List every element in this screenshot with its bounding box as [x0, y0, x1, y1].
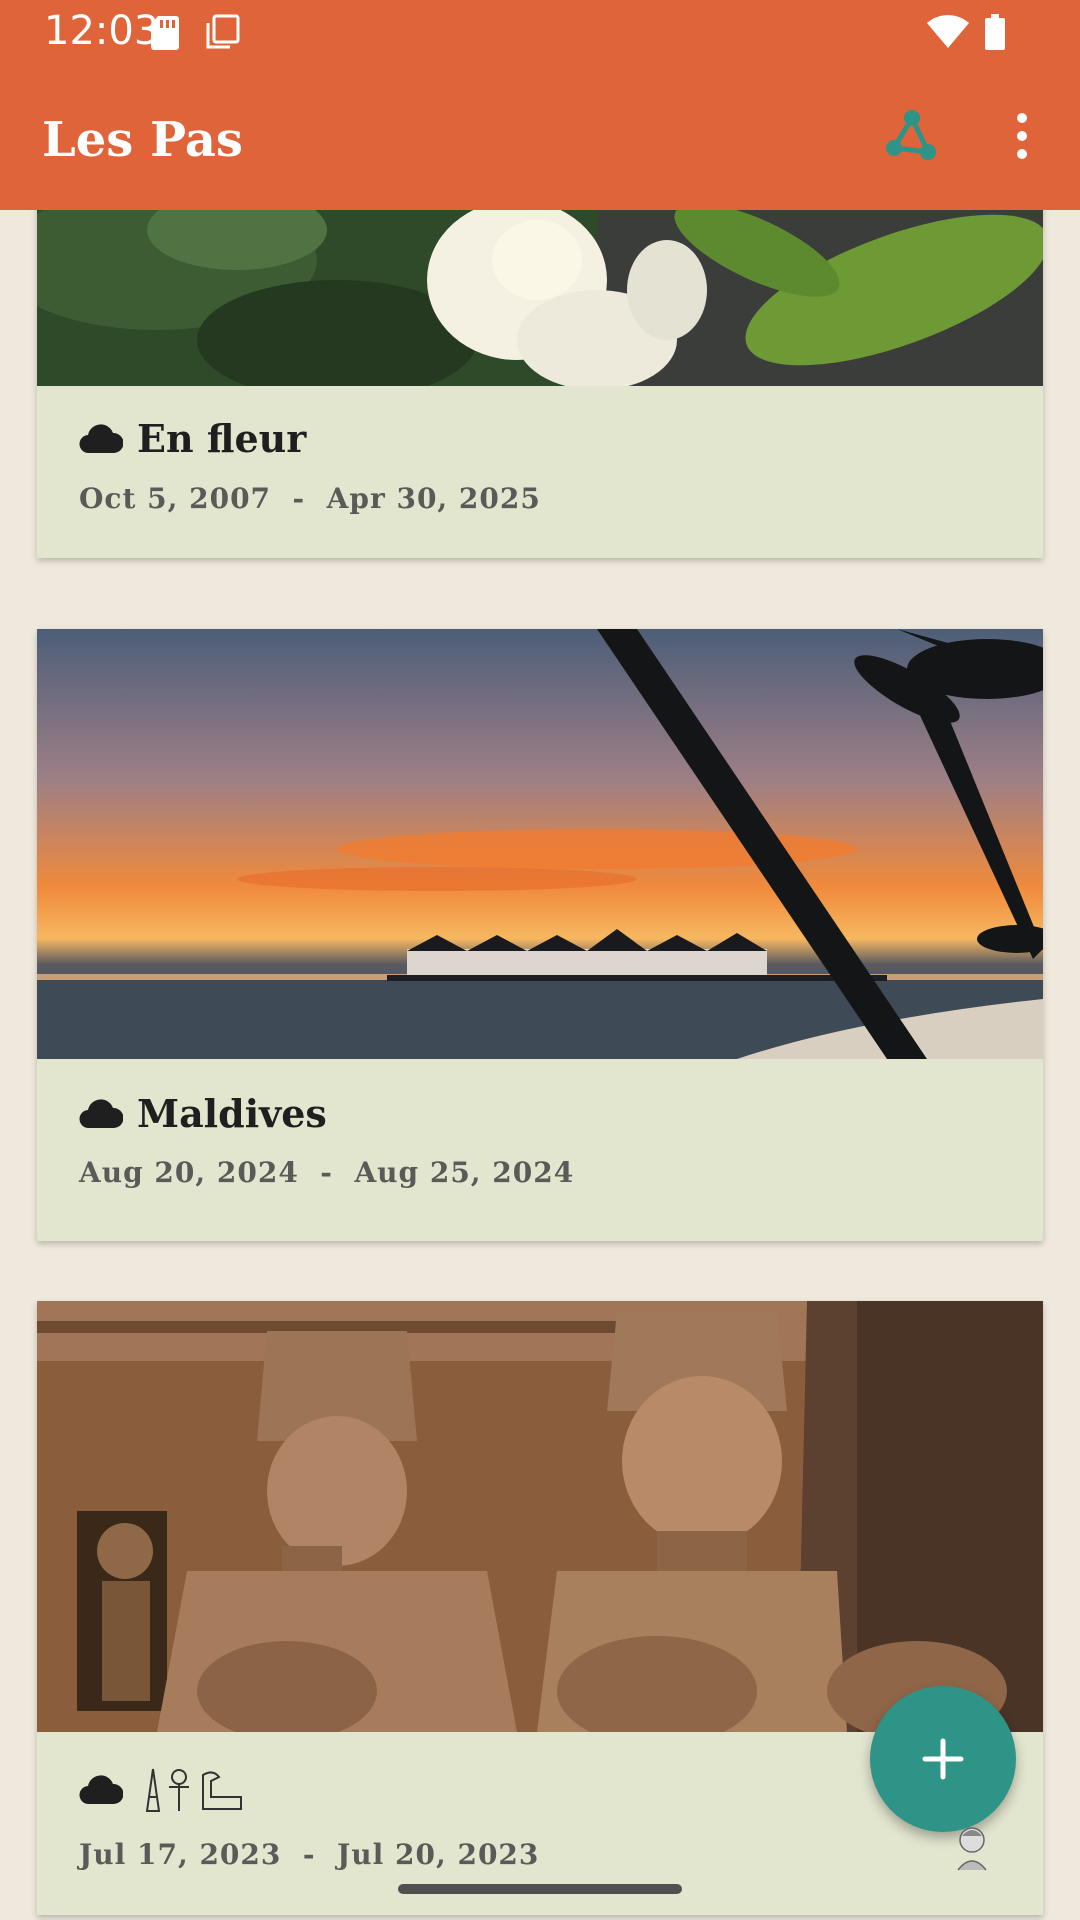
date-separator: - — [298, 1156, 355, 1189]
cloud-icon — [79, 423, 123, 453]
sd-card-icon — [150, 14, 180, 54]
album-title-row: Maldives — [79, 1091, 327, 1136]
status-bar: 12:03 — [0, 0, 1080, 64]
plus-icon — [922, 1738, 964, 1780]
album-card[interactable]: En fleur Oct 5, 2007 - Apr 30, 2025 — [37, 210, 1043, 558]
cloud-icon — [79, 1775, 123, 1805]
album-date-start: Oct 5, 2007 — [79, 482, 272, 515]
album-cover-image — [37, 1301, 1043, 1732]
album-title-row — [79, 1767, 247, 1813]
album-card[interactable]: Jul 17, 2023 - Jul 20, 2023 — [37, 1301, 1043, 1915]
battery-icon — [984, 14, 1006, 54]
hieroglyph-title-icons — [145, 1768, 242, 1812]
album-date-end: Aug 25, 2024 — [354, 1156, 575, 1189]
album-list[interactable]: En fleur Oct 5, 2007 - Apr 30, 2025 Mald… — [0, 210, 1080, 1920]
more-options-icon[interactable] — [990, 104, 1054, 168]
album-cover-image — [37, 210, 1043, 386]
album-title: Maldives — [137, 1091, 327, 1136]
album-cover-image — [37, 629, 1043, 1059]
copy-icon — [204, 14, 240, 54]
toolbar: Les Pas — [0, 64, 1080, 210]
album-dates: Oct 5, 2007 - Apr 30, 2025 — [79, 482, 541, 515]
album-card[interactable]: Maldives Aug 20, 2024 - Aug 25, 2024 — [37, 629, 1043, 1241]
gesture-nav-handle[interactable] — [398, 1884, 682, 1894]
app-bar: 12:03 Les Pas — [0, 0, 1080, 210]
avatar — [952, 1822, 992, 1876]
add-album-button[interactable] — [870, 1686, 1016, 1832]
share-icon[interactable] — [880, 104, 944, 168]
app-title: Les Pas — [42, 112, 243, 168]
date-separator: - — [271, 482, 327, 515]
date-separator: - — [281, 1838, 338, 1871]
album-dates: Jul 17, 2023 - Jul 20, 2023 — [79, 1838, 539, 1871]
album-dates: Aug 20, 2024 - Aug 25, 2024 — [79, 1156, 574, 1189]
cloud-icon — [79, 1098, 123, 1128]
album-date-start: Aug 20, 2024 — [79, 1156, 299, 1189]
album-date-end: Apr 30, 2025 — [326, 482, 541, 515]
wifi-icon — [926, 14, 970, 54]
album-date-end: Jul 20, 2023 — [337, 1838, 540, 1871]
album-date-start: Jul 17, 2023 — [79, 1838, 282, 1871]
status-time: 12:03 — [44, 8, 160, 54]
album-title: En fleur — [137, 416, 307, 461]
album-title-row: En fleur — [79, 416, 306, 461]
